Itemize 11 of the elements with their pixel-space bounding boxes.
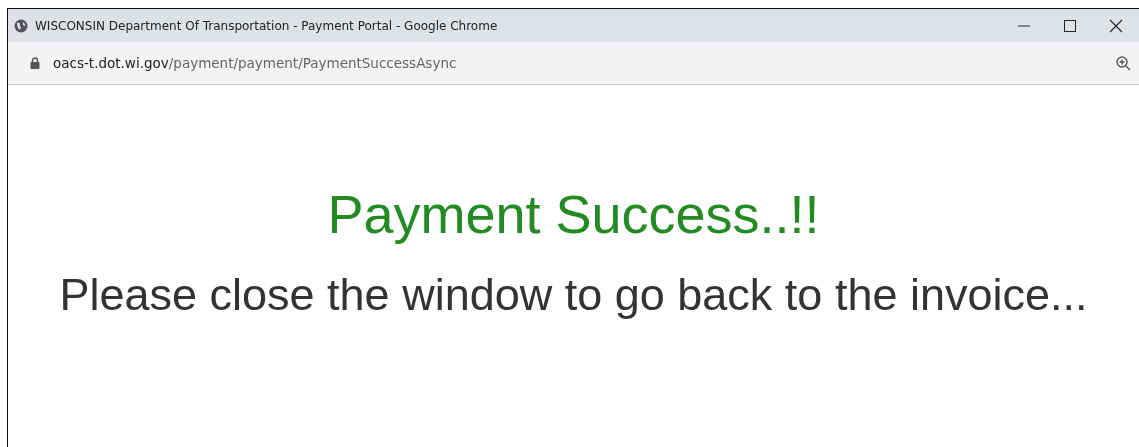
lock-icon — [30, 57, 40, 69]
close-icon — [1109, 18, 1123, 33]
minimize-icon — [1018, 24, 1030, 27]
globe-icon — [14, 18, 28, 33]
url-text: oacs-t.dot.wi.gov/payment/payment/PaymentSuccessAsync — [53, 55, 457, 71]
success-heading: Payment Success..!! — [327, 183, 820, 246]
zoom-icon[interactable] — [1116, 55, 1131, 71]
address-bar[interactable]: oacs-t.dot.wi.gov/payment/payment/PaymentSuccessAsync — [8, 42, 1139, 85]
window-title: WISCONSIN Department Of Transportation - Payment Portal - Google Chrome — [35, 18, 498, 33]
maximize-icon — [1063, 18, 1077, 33]
instruction-text: Please close the window to go back to the invoice... — [59, 269, 1088, 321]
